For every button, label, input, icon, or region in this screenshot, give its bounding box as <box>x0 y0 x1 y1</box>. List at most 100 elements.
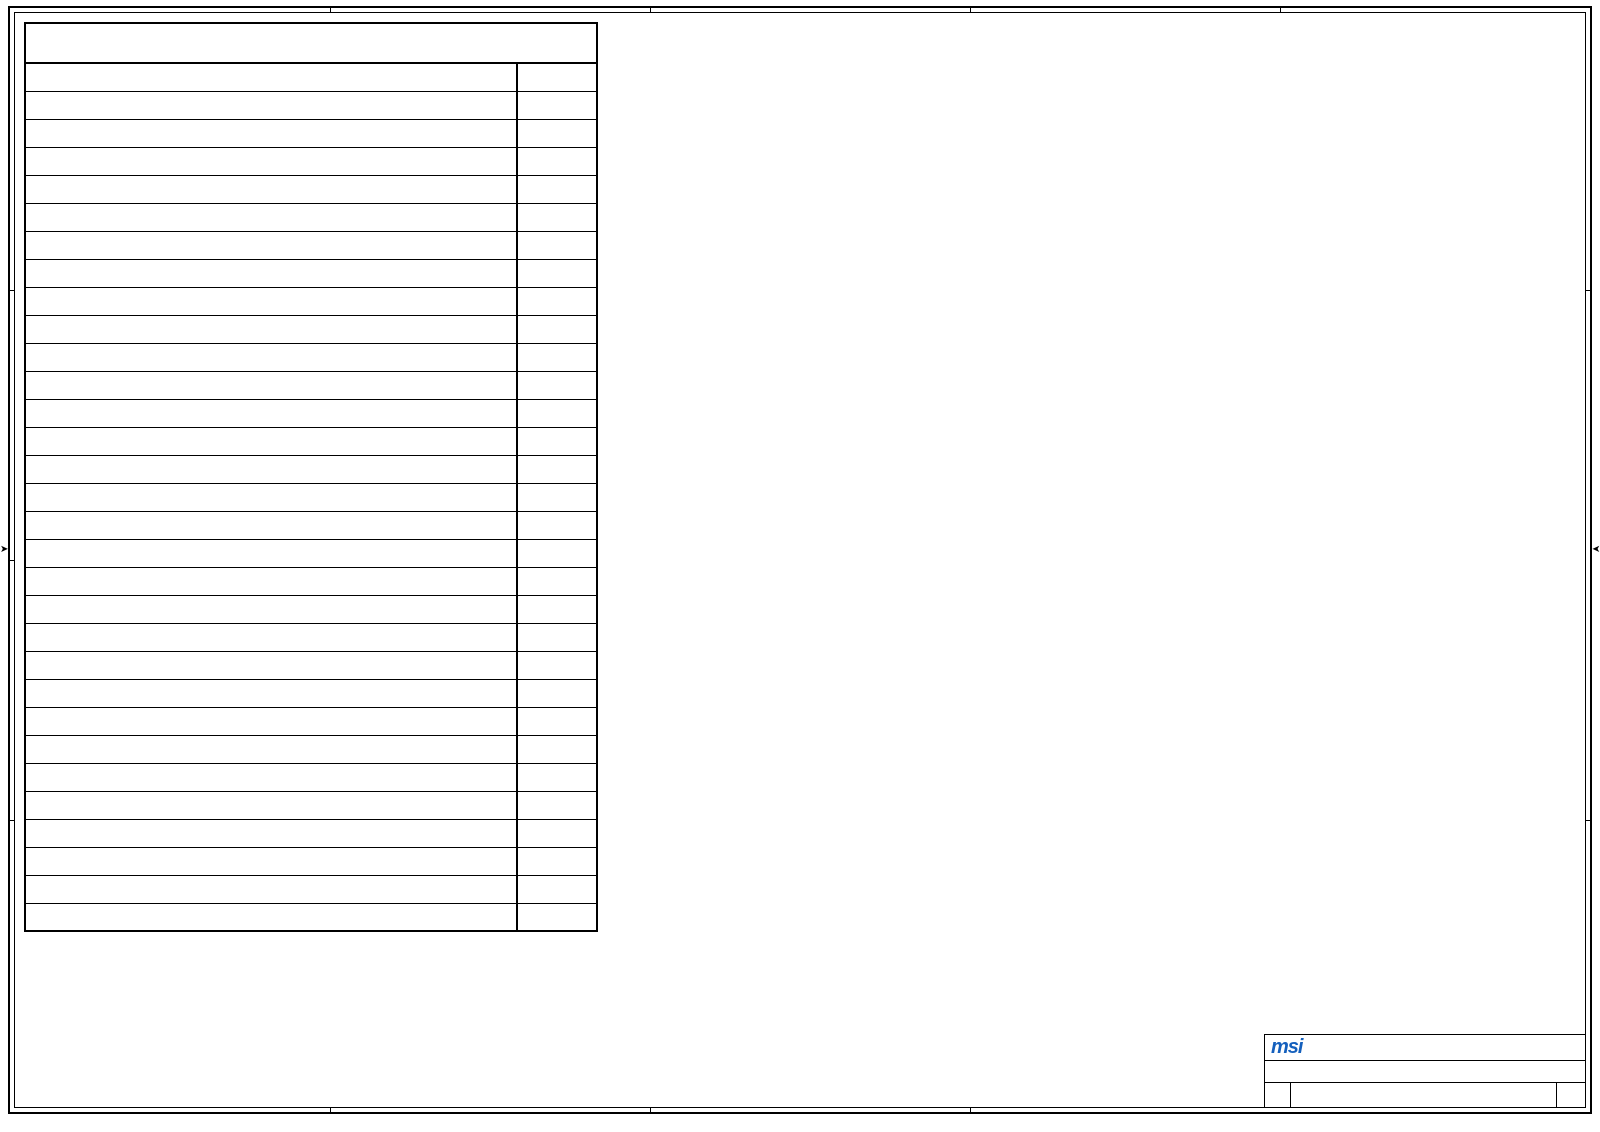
index-desc-cell <box>25 875 517 903</box>
index-page-cell <box>517 595 597 623</box>
index-page-cell <box>517 903 597 931</box>
index-row <box>25 287 597 315</box>
frame-tick-top <box>650 6 651 12</box>
index-row <box>25 371 597 399</box>
index-page-cell <box>517 455 597 483</box>
index-desc-cell <box>25 287 517 315</box>
index-row <box>25 147 597 175</box>
index-row <box>25 903 597 931</box>
index-desc-cell <box>25 735 517 763</box>
index-page-cell <box>517 63 597 91</box>
center-arrow-left: ➤ <box>0 544 8 555</box>
frame-tick-left <box>8 820 14 821</box>
index-page-cell <box>517 735 597 763</box>
index-desc-cell <box>25 175 517 203</box>
index-desc-cell <box>25 203 517 231</box>
index-desc-cell <box>25 259 517 287</box>
index-page-cell <box>517 203 597 231</box>
index-row <box>25 175 597 203</box>
index-page-cell <box>517 763 597 791</box>
index-page-cell <box>517 119 597 147</box>
index-page-cell <box>517 371 597 399</box>
index-desc-cell <box>25 511 517 539</box>
index-page-cell <box>517 399 597 427</box>
center-arrow-right: ➤ <box>1592 544 1600 555</box>
index-desc-cell <box>25 763 517 791</box>
index-row <box>25 203 597 231</box>
index-page-cell <box>517 791 597 819</box>
index-row <box>25 707 597 735</box>
frame-tick-left <box>8 560 14 561</box>
index-desc-cell <box>25 63 517 91</box>
title-block-row2 <box>1265 1061 1585 1083</box>
index-row <box>25 315 597 343</box>
index-row <box>25 595 597 623</box>
index-page-cell <box>517 567 597 595</box>
index-header-cell <box>25 23 597 63</box>
index-row <box>25 763 597 791</box>
index-row <box>25 511 597 539</box>
index-page-cell <box>517 259 597 287</box>
index-desc-cell <box>25 623 517 651</box>
index-page-cell <box>517 91 597 119</box>
index-page-cell <box>517 819 597 847</box>
frame-tick-top <box>1280 6 1281 12</box>
index-row <box>25 63 597 91</box>
msi-logo: msi <box>1271 1036 1302 1059</box>
index-desc-cell <box>25 427 517 455</box>
index-desc-cell <box>25 679 517 707</box>
index-row <box>25 679 597 707</box>
title-block-logo-row: msi <box>1265 1035 1585 1061</box>
index-row <box>25 651 597 679</box>
index-desc-cell <box>25 119 517 147</box>
index-desc-cell <box>25 903 517 931</box>
index-desc-cell <box>25 343 517 371</box>
index-row <box>25 875 597 903</box>
index-row <box>25 791 597 819</box>
index-page-cell <box>517 539 597 567</box>
index-page-cell <box>517 651 597 679</box>
index-page-cell <box>517 847 597 875</box>
frame-tick-bottom <box>330 1108 331 1114</box>
index-row <box>25 119 597 147</box>
index-desc-cell <box>25 483 517 511</box>
index-page-cell <box>517 511 597 539</box>
title-block: msi <box>1264 1034 1586 1108</box>
frame-tick-right <box>1586 820 1592 821</box>
index-row <box>25 735 597 763</box>
index-desc-cell <box>25 707 517 735</box>
index-desc-cell <box>25 791 517 819</box>
index-row <box>25 483 597 511</box>
index-page-cell <box>517 623 597 651</box>
index-row <box>25 847 597 875</box>
frame-tick-right <box>1586 290 1592 291</box>
index-table-header <box>25 23 597 63</box>
index-row <box>25 539 597 567</box>
index-row <box>25 399 597 427</box>
frame-tick-top <box>330 6 331 12</box>
index-desc-cell <box>25 231 517 259</box>
title-block-row3 <box>1265 1083 1585 1107</box>
index-page-cell <box>517 231 597 259</box>
index-desc-cell <box>25 539 517 567</box>
index-page-cell <box>517 707 597 735</box>
index-desc-cell <box>25 315 517 343</box>
title-block-number-cell <box>1291 1083 1557 1107</box>
index-table <box>24 22 598 932</box>
index-page-cell <box>517 175 597 203</box>
index-row <box>25 231 597 259</box>
index-page-cell <box>517 147 597 175</box>
index-desc-cell <box>25 567 517 595</box>
index-row <box>25 819 597 847</box>
index-desc-cell <box>25 595 517 623</box>
index-row <box>25 91 597 119</box>
index-row <box>25 623 597 651</box>
index-page-cell <box>517 315 597 343</box>
index-desc-cell <box>25 455 517 483</box>
index-page-cell <box>517 679 597 707</box>
index-page-cell <box>517 287 597 315</box>
index-row <box>25 567 597 595</box>
title-block-size-cell <box>1265 1083 1291 1107</box>
frame-tick-left <box>8 290 14 291</box>
index-row <box>25 427 597 455</box>
